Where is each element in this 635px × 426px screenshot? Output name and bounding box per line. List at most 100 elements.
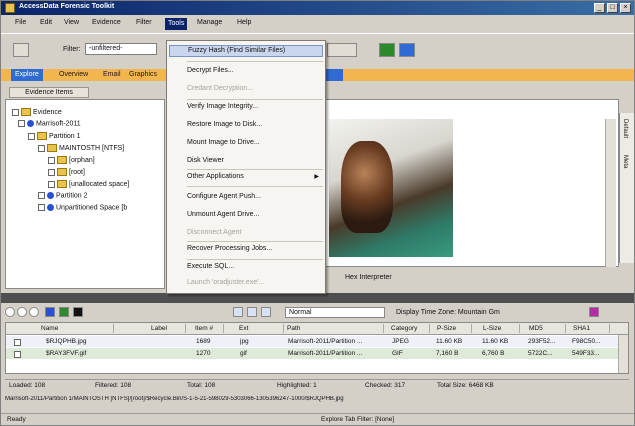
menu-separator: [187, 186, 323, 187]
tree-node-root[interactable]: [root]: [48, 168, 85, 176]
total-count: Total: 108: [187, 382, 216, 389]
file-path: Marrisoft-2011/Partition 1/MAINTOSTH [NT…: [5, 396, 344, 402]
timezone-label: Display Time Zone: Mountain Gm: [396, 309, 500, 316]
tree-node-unpartitioned[interactable]: Unpartitioned Space [b: [38, 204, 127, 211]
menu-filter[interactable]: Filter: [136, 19, 152, 26]
menu-file[interactable]: File: [15, 19, 26, 26]
disk-icon: [47, 192, 54, 199]
column-header-label[interactable]: Label: [148, 324, 186, 333]
row-checkbox[interactable]: [14, 339, 21, 346]
settings-icon[interactable]: [589, 307, 599, 317]
tree-node-ntfs[interactable]: MAINTOSTH [NTFS]: [38, 144, 124, 152]
column-mode-select[interactable]: Normal: [285, 307, 385, 318]
cell-category: JPEG: [392, 338, 409, 345]
tree-node-evidence[interactable]: Evidence: [12, 108, 62, 116]
filtered-count: Filtered: 108: [95, 382, 132, 389]
column-header-path[interactable]: Path: [284, 324, 384, 333]
menu-edit[interactable]: Edit: [40, 19, 52, 26]
tab-overview[interactable]: Overview: [55, 69, 92, 81]
tab-hex-interpreter[interactable]: Hex Interpreter: [345, 274, 392, 281]
file-list-table: Name Label Item # Ext Path Category P-Si…: [5, 322, 629, 374]
column-header-psize[interactable]: P-Size: [434, 324, 472, 333]
grid-icon[interactable]: [261, 307, 271, 317]
file-list-header-bar: [1, 293, 634, 303]
cell-psize: 11.60 KB: [436, 338, 463, 345]
menu-item-mount-image[interactable]: Mount Image to Drive...: [187, 139, 260, 146]
menu-evidence[interactable]: Evidence: [92, 19, 121, 26]
tree-node-partition-2[interactable]: Partition 2: [38, 192, 88, 199]
tab-default[interactable]: Default: [622, 119, 628, 138]
cell-psize: 7,160 B: [436, 350, 459, 357]
tree-node-image[interactable]: Marrisoft-2011: [18, 120, 81, 127]
menu-item-credant-decryption[interactable]: Credant Decryption...: [187, 85, 253, 92]
menu-item-verify-image[interactable]: Verify Image Integrity...: [187, 103, 258, 110]
column-header-item[interactable]: Item #: [192, 324, 224, 333]
menu-tools[interactable]: Tools: [165, 18, 188, 30]
menu-item-decrypt-files[interactable]: Decrypt Files...: [187, 67, 234, 74]
tab-email[interactable]: Email: [99, 69, 125, 81]
list-icon[interactable]: [247, 307, 257, 317]
folder-icon: [57, 180, 67, 188]
green-square-icon[interactable]: [379, 43, 395, 57]
pen-icon[interactable]: [45, 307, 55, 317]
tree-node-orphan[interactable]: [orphan]: [48, 156, 95, 164]
file-list-toolbar: Normal: [1, 306, 634, 320]
menu-manage[interactable]: Manage: [197, 19, 222, 26]
column-header-lsize[interactable]: L-Size: [480, 324, 520, 333]
menu-separator: [187, 259, 323, 260]
column-header-md5[interactable]: MD5: [526, 324, 566, 333]
viewer-scrollbar[interactable]: [605, 119, 616, 267]
evidence-items-tab[interactable]: Evidence Items: [9, 87, 89, 98]
menu-item-configure-agent-push[interactable]: Configure Agent Push...: [187, 193, 261, 200]
folder-icon: [47, 144, 57, 152]
menu-separator: [187, 241, 323, 242]
close-button[interactable]: ×: [620, 3, 631, 13]
clear-icon[interactable]: [29, 307, 39, 317]
filter-label: Filter:: [63, 46, 81, 53]
app-icon: [5, 3, 15, 13]
tree-node-unallocated[interactable]: [unallocated space]: [48, 180, 129, 188]
column-header-sha1[interactable]: SHA1: [570, 324, 610, 333]
maximize-button[interactable]: □: [607, 3, 618, 13]
table-scrollbar[interactable]: [618, 335, 628, 373]
filter-select[interactable]: -unfiltered-: [85, 43, 157, 55]
tree-node-partition-1[interactable]: Partition 1: [28, 132, 81, 140]
tab-explore[interactable]: Explore: [11, 69, 43, 81]
menu-view[interactable]: View: [64, 19, 79, 26]
menu-item-launch-oradjuster[interactable]: Launch 'oradjuster.exe'...: [187, 279, 264, 286]
minimize-button[interactable]: _: [594, 3, 605, 13]
view-icon[interactable]: [233, 307, 243, 317]
filter-manager-button[interactable]: [327, 43, 357, 57]
tools-menu: Fuzzy Hash (Find Similar Files) Decrypt …: [166, 40, 326, 294]
column-header-name[interactable]: Name: [38, 324, 114, 333]
menu-item-other-applications[interactable]: Other Applications: [187, 173, 244, 180]
tab-graphics[interactable]: Graphics: [125, 69, 161, 81]
tab-more[interactable]: [323, 69, 343, 81]
menu-item-unmount-agent-drive[interactable]: Unmount Agent Drive...: [187, 211, 259, 218]
menu-item-restore-image[interactable]: Restore Image to Disk...: [187, 121, 262, 128]
column-header-ext[interactable]: Ext: [236, 324, 284, 333]
menu-item-fuzzy-hash[interactable]: Fuzzy Hash (Find Similar Files): [169, 45, 323, 57]
menu-item-recover-processing-jobs[interactable]: Recover Processing Jobs...: [187, 245, 272, 252]
row-checkbox[interactable]: [14, 351, 21, 358]
table-row[interactable]: $RAY3FVF.gif 1270 gif Marrisoft-2011/Par…: [6, 348, 628, 359]
menu-separator: [187, 99, 323, 100]
menu-item-disk-viewer[interactable]: Disk Viewer: [187, 157, 224, 164]
evidence-tree: Evidence Marrisoft-2011 Partition 1 MAIN…: [5, 99, 165, 289]
black-square-icon[interactable]: [73, 307, 83, 317]
menu-separator: [187, 169, 323, 170]
check-icon[interactable]: [5, 307, 15, 317]
color-icon[interactable]: [59, 307, 69, 317]
cell-sha1: 549F33...: [572, 350, 600, 357]
menu-help[interactable]: Help: [237, 19, 251, 26]
tab-meta[interactable]: Meta: [622, 155, 628, 168]
disk-icon: [47, 204, 54, 211]
network-icon[interactable]: [399, 43, 415, 57]
back-icon[interactable]: [13, 43, 29, 57]
column-header-category[interactable]: Category: [388, 324, 430, 333]
uncheck-icon[interactable]: [17, 307, 27, 317]
menu-item-execute-sql[interactable]: Execute SQL...: [187, 263, 234, 270]
table-row[interactable]: $RJQPHB.jpg 1689 jpg Marrisoft-2011/Part…: [6, 336, 628, 347]
status-bar: Ready Explore Tab Filter: [None]: [1, 413, 634, 425]
menu-item-disconnect-agent[interactable]: Disconnect Agent: [187, 229, 241, 236]
